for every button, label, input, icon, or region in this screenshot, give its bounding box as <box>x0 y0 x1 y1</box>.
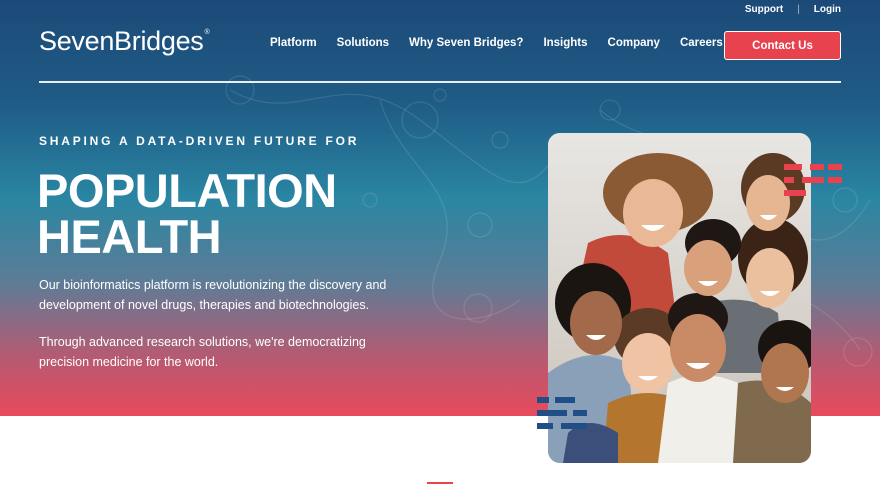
blue-stripe-bars-icon <box>537 397 587 429</box>
main-nav: Platform Solutions Why Seven Bridges? In… <box>270 37 743 49</box>
hero-eyebrow: SHAPING A DATA-DRIVEN FUTURE FOR <box>39 134 360 148</box>
contact-us-button[interactable]: Contact Us <box>724 31 841 60</box>
nav-item-company[interactable]: Company <box>608 37 660 49</box>
seven-bridges-logo[interactable]: SevenBridges ® <box>39 26 210 57</box>
nav-item-careers[interactable]: Careers <box>680 37 723 49</box>
login-link[interactable]: Login <box>814 4 841 15</box>
hero-paragraph-2: Through advanced research solutions, we'… <box>39 335 366 369</box>
nav-item-platform[interactable]: Platform <box>270 37 317 49</box>
nav-divider <box>39 81 841 83</box>
support-link[interactable]: Support <box>745 4 783 15</box>
registered-mark: ® <box>204 29 210 36</box>
headline-line-2: HEALTH <box>37 210 222 263</box>
utility-nav: Support | Login <box>745 4 841 15</box>
nav-item-why-seven-bridges[interactable]: Why Seven Bridges? <box>409 37 523 49</box>
carousel-indicator[interactable] <box>427 482 453 484</box>
nav-item-insights[interactable]: Insights <box>543 37 587 49</box>
utility-separator: | <box>797 4 800 15</box>
red-stripe-bars-icon <box>784 164 842 196</box>
hero-headline: POPULATION HEALTH <box>37 164 337 263</box>
headline-line-1: POPULATION <box>37 164 337 217</box>
logo-text: SevenBridges <box>39 26 204 56</box>
hero-paragraph-1: Our bioinformatics platform is revolutio… <box>39 278 387 312</box>
nav-item-solutions[interactable]: Solutions <box>337 37 389 49</box>
